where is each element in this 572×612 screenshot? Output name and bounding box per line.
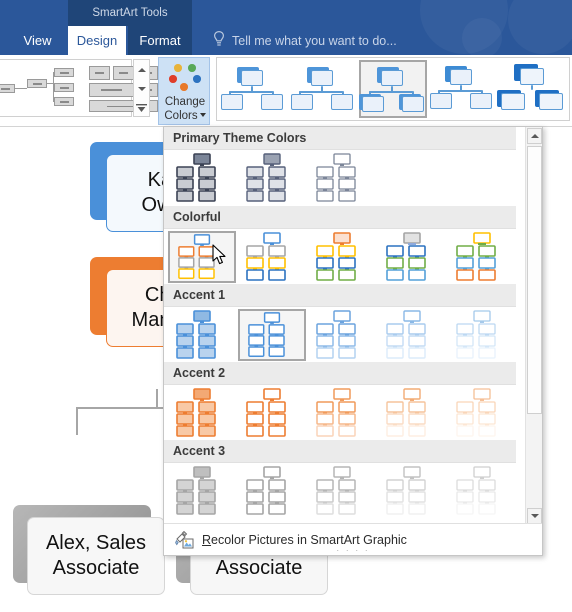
style-item-2[interactable] [359, 60, 427, 118]
more-layouts-icon[interactable] [134, 99, 149, 117]
color-option-accent3-transparent-gradient[interactable] [448, 465, 516, 517]
section-row-accent-1 [164, 307, 516, 363]
color-option-accent3-colored-outline[interactable] [238, 465, 306, 517]
style-item-3[interactable] [429, 60, 497, 118]
tab-design[interactable]: Design [68, 26, 126, 55]
section-row-accent-2 [164, 385, 516, 441]
section-header-accent-3: Accent 3 [164, 440, 516, 463]
color-option-dark-2-outline[interactable] [308, 152, 376, 204]
ribbon-body: Change Colors [0, 55, 572, 127]
color-option-colorful-range-4-5[interactable] [378, 231, 446, 283]
smartart-layouts-gallery[interactable] [0, 59, 158, 117]
mouse-cursor [212, 244, 228, 266]
color-option-accent3-gradient-range[interactable] [378, 465, 446, 517]
color-option-accent1-colored-fill[interactable] [168, 309, 236, 361]
scrollbar-thumb[interactable] [527, 146, 542, 414]
scroll-up-icon[interactable] [134, 61, 149, 79]
section-header-accent-2: Accent 2 [164, 362, 516, 385]
color-option-accent2-colored-fill[interactable] [168, 387, 236, 439]
tab-format[interactable]: Format [128, 26, 192, 55]
ribbon-header: SmartArt Tools View Design Format Tell m… [0, 0, 572, 55]
color-option-accent2-gradient-range[interactable] [378, 387, 446, 439]
color-option-accent1-colored-outline[interactable] [238, 309, 306, 361]
recolor-pictures-label-rest: ecolor Pictures in SmartArt Graphic [211, 533, 407, 547]
scroll-up-icon[interactable] [527, 128, 542, 144]
color-option-accent2-transparent-gradient[interactable] [448, 387, 516, 439]
accesskey: R [202, 533, 212, 547]
change-colors-label-line1: Change [164, 96, 206, 108]
dropdown-scrollbar[interactable] [525, 127, 542, 525]
color-option-dark-2-fill[interactable] [238, 152, 306, 204]
style-item-0[interactable] [219, 60, 287, 118]
connector-owner-manager [156, 287, 160, 329]
color-option-accent1-gradient-loop[interactable] [308, 309, 376, 361]
color-option-accent2-colored-outline[interactable] [238, 387, 306, 439]
change-colors-label-line2: Colors [164, 109, 198, 122]
section-header-colorful: Colorful [164, 206, 516, 229]
color-option-colorful-range-2-3[interactable] [238, 231, 306, 283]
chevron-down-icon[interactable] [199, 113, 206, 118]
connector-to-alex [76, 407, 78, 435]
color-option-accent3-colored-fill[interactable] [168, 465, 236, 517]
scroll-down-icon[interactable] [134, 80, 149, 98]
recolor-pictures-menu-item[interactable]: Recolor Pictures in SmartArt Graphic · ·… [164, 523, 542, 555]
change-colors-icon [169, 64, 201, 94]
color-option-accent1-transparent-gradient[interactable] [448, 309, 516, 361]
color-option-colorful-range-3-4[interactable] [308, 231, 376, 283]
lightbulb-icon [212, 30, 226, 48]
style-item-1[interactable] [289, 60, 357, 118]
node-alex-label: Alex, Sales Associate [45, 532, 147, 579]
color-option-dark-1-outline[interactable] [168, 152, 236, 204]
section-row-accent-3 [164, 463, 516, 519]
connector-manager-down [156, 389, 158, 409]
color-option-accent1-gradient-range[interactable] [378, 309, 446, 361]
tell-me-input[interactable]: Tell me what you want to do... [232, 28, 397, 54]
color-option-accent2-gradient-loop[interactable] [308, 387, 376, 439]
section-header-accent-1: Accent 1 [164, 284, 516, 307]
smartart-styles-gallery[interactable] [216, 57, 570, 121]
tab-view[interactable]: View [10, 26, 65, 55]
change-colors-button[interactable]: Change Colors [158, 57, 210, 125]
section-row-primary-theme-colors [164, 150, 516, 206]
layouts-gallery-scrollbar[interactable] [133, 59, 150, 117]
section-header-primary-theme-colors: Primary Theme Colors [164, 127, 516, 150]
layout-thumb-hierarchy[interactable] [0, 66, 74, 112]
color-option-colorful-range-5-6[interactable] [448, 231, 516, 283]
contextual-tab-title: SmartArt Tools [68, 3, 192, 25]
color-option-accent3-gradient-loop[interactable] [308, 465, 376, 517]
change-colors-label: Change Colors [159, 96, 211, 123]
node-alex[interactable]: Alex, Sales Associate [13, 505, 178, 600]
dropdown-resize-grip[interactable]: · · · · [164, 546, 542, 555]
change-colors-dropdown[interactable]: Primary Theme Colors Colorful Accent 1 A… [163, 126, 543, 556]
scroll-down-icon[interactable] [527, 508, 542, 524]
style-item-4[interactable] [497, 60, 567, 118]
